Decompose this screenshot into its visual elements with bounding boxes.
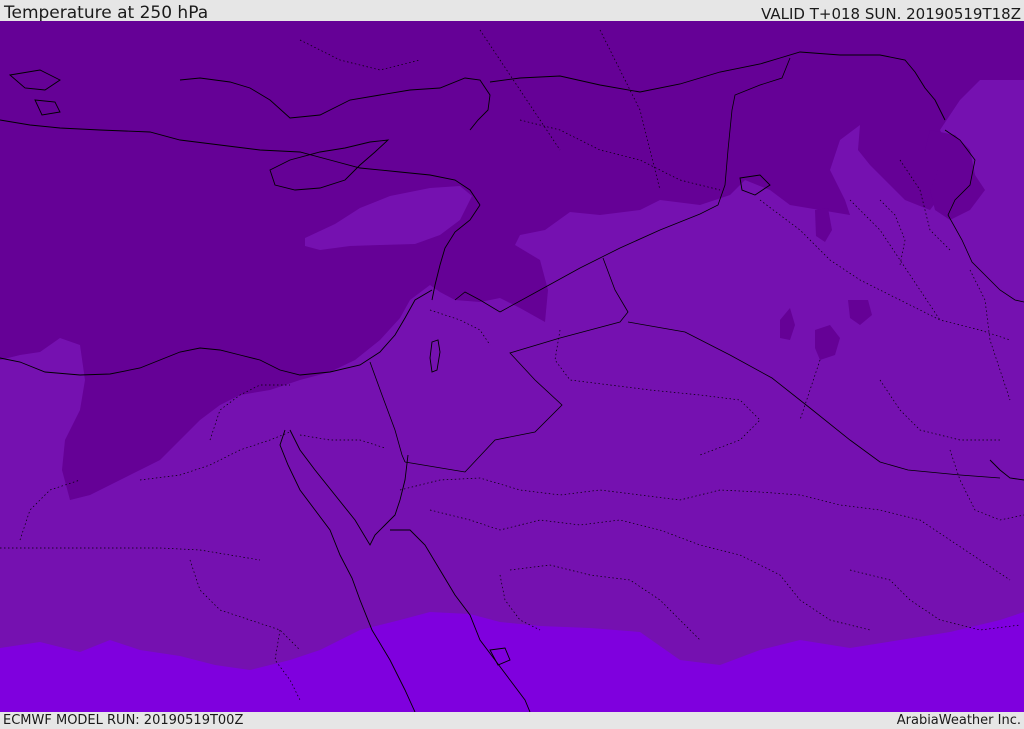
temperature-map: [0, 21, 1024, 712]
model-run-label: ECMWF MODEL RUN: 20190519T00Z: [3, 713, 244, 728]
footer-bar: ECMWF MODEL RUN: 20190519T00Z ArabiaWeat…: [0, 712, 1024, 729]
map-area: [0, 21, 1024, 712]
map-viewer: Temperature at 250 hPa VALID T+018 SUN. …: [0, 0, 1024, 729]
header-bar: Temperature at 250 hPa VALID T+018 SUN. …: [0, 0, 1024, 23]
credit-label: ArabiaWeather Inc.: [896, 713, 1021, 728]
map-title: Temperature at 250 hPa: [4, 3, 209, 23]
